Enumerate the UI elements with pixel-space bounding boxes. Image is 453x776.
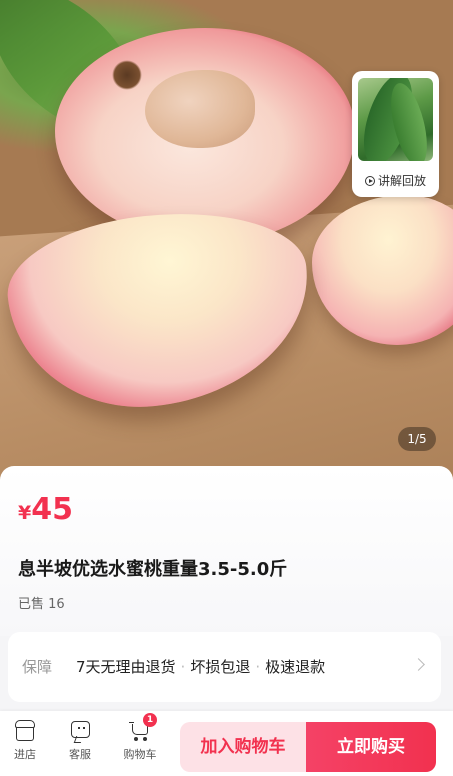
peach-pit [145, 70, 255, 148]
separator-dot: · [180, 658, 186, 676]
store-button[interactable]: 进店 [0, 719, 50, 762]
sold-count: 已售 16 [18, 597, 65, 612]
image-pager: 1/5 [398, 427, 436, 451]
customer-service-label: 客服 [69, 748, 91, 761]
buy-now-button[interactable]: 立即购买 [306, 722, 436, 772]
guarantee-item: 7天无理由退货 [76, 658, 176, 676]
bottom-action-bar: 进店 客服 1 购物车 加入购物车 立即购买 [0, 711, 453, 776]
chevron-right-icon [412, 658, 425, 671]
play-circle-icon [364, 176, 375, 186]
cart-button[interactable]: 1 购物车 [115, 713, 165, 762]
separator-dot: · [255, 658, 261, 676]
guarantee-label: 保障 [22, 658, 53, 676]
guarantee-row[interactable]: 保障 7天无理由退货 · 坏损包退 · 极速退款 [8, 632, 441, 702]
video-thumbnail [358, 78, 433, 161]
product-info-card: ¥45 息半坡优选水蜜桃重量3.5-5.0斤 已售 16 [0, 466, 453, 636]
add-to-cart-button[interactable]: 加入购物车 [180, 722, 306, 772]
video-replay-text: 讲解回放 [377, 174, 426, 188]
store-label: 进店 [14, 748, 36, 761]
store-icon [14, 719, 36, 743]
product-title: 息半坡优选水蜜桃重量3.5-5.0斤 [18, 559, 288, 580]
price-symbol: ¥ [18, 502, 32, 524]
cart-count-badge: 1 [143, 713, 157, 727]
guarantee-item: 坏损包退 [190, 658, 251, 676]
price-value: 45 [31, 492, 73, 527]
guarantee-item: 极速退款 [265, 658, 326, 676]
guarantee-items: 7天无理由退货 · 坏损包退 · 极速退款 [76, 656, 325, 677]
chat-icon [69, 719, 91, 743]
price: ¥45 [18, 492, 73, 527]
peach-stem [112, 60, 142, 90]
video-replay-card[interactable]: 讲解回放 [352, 71, 439, 197]
cart-icon: 1 [129, 713, 157, 743]
customer-service-button[interactable]: 客服 [55, 719, 105, 762]
video-replay-label: 讲解回放 [358, 172, 433, 189]
cart-label: 购物车 [123, 748, 157, 761]
product-image-carousel[interactable]: 讲解回放 1/5 [0, 0, 453, 480]
